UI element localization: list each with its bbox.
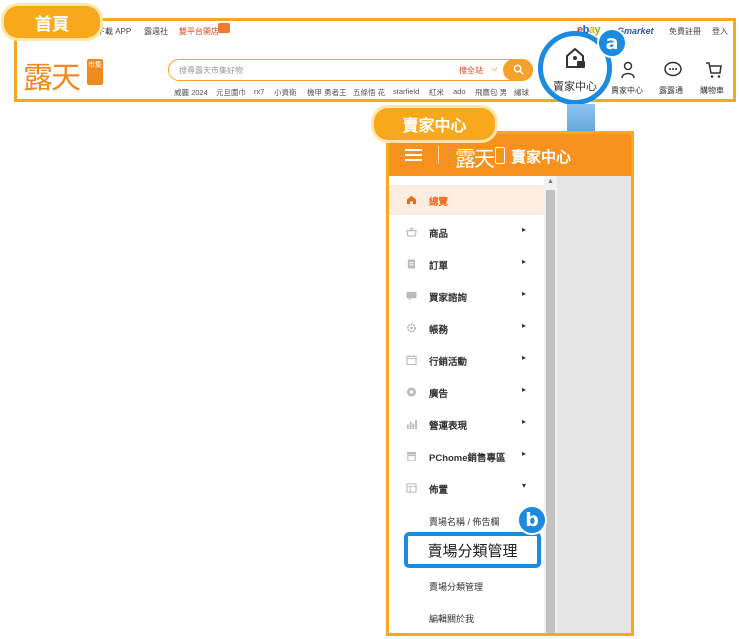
dual-platform-link[interactable]: 雙平台開店 — [179, 26, 219, 37]
seller-header: 露天 賣家中心 — [389, 134, 631, 176]
chevron-right-icon: ▸ — [522, 257, 527, 266]
sidebar-item-performance[interactable]: 營運表現 ▸ — [389, 409, 544, 439]
chevron-right-icon: ▸ — [522, 385, 527, 394]
submenu-edit-about-me[interactable]: 編輯關於我 — [429, 612, 474, 625]
search-bar: 搜尋露天市集好物 搜全站 ⌵ — [168, 58, 533, 81]
bar-chart-icon — [406, 419, 417, 429]
document-icon — [407, 259, 416, 269]
ruten-logo-badge: 市集 — [87, 59, 103, 85]
home-icon — [406, 195, 417, 205]
header-divider — [438, 146, 439, 164]
submenu-store-name-bulletin[interactable]: 賣場名稱 / 佈告欄 — [429, 515, 500, 528]
download-app-link[interactable]: 下載 APP — [97, 26, 131, 37]
sidebar-item-label: 訂單 — [429, 261, 449, 272]
sidebar-item-label: 廣告 — [429, 389, 449, 400]
user-icon — [621, 61, 635, 79]
sidebar-item-label: 買家諮詢 — [429, 293, 468, 304]
hot-keyword[interactable]: 五條悟 花 — [353, 87, 385, 98]
content-area — [557, 176, 631, 633]
hot-keyword[interactable]: 紅米 — [429, 87, 444, 98]
hot-keyword[interactable]: 繡球 — [514, 87, 529, 98]
menu-icon[interactable] — [405, 149, 422, 161]
sidebar-item-label: 佈置 — [429, 485, 449, 496]
user-center-label: 賣家中心 — [611, 86, 643, 95]
cart-button[interactable] — [703, 61, 725, 81]
chevron-right-icon: ▸ — [522, 353, 527, 362]
hot-keyword[interactable]: 元旦圍巾 — [216, 87, 246, 98]
seller-logo[interactable]: 露天 — [455, 143, 495, 173]
step-a-badge: a — [597, 28, 627, 58]
sidebar-item-marketing[interactable]: 行銷活動 ▸ — [389, 345, 544, 375]
sidebar-item-orders[interactable]: 訂單 ▸ — [389, 249, 544, 279]
cart-icon — [706, 62, 722, 78]
hot-keyword[interactable]: 小資衛 — [274, 87, 297, 98]
chevron-right-icon: ▸ — [522, 225, 527, 234]
sidebar-item-overview[interactable]: 總覽 — [389, 185, 544, 215]
hot-keyword[interactable]: starfield — [393, 87, 419, 96]
login-link[interactable]: 登入 — [712, 26, 728, 37]
sidebar-item-label: 總覽 — [429, 197, 449, 208]
sidebar-item-pchome[interactable]: PChome銷售專區 ▸ — [389, 441, 544, 471]
home-header-frame: 下載 APP 露週社 雙平台開店 ebay Gmarket 免費註冊 登入 露天… — [14, 18, 736, 102]
ad-icon — [406, 387, 417, 397]
sidebar-item-products[interactable]: 商品 ▸ — [389, 217, 544, 247]
gear-icon — [406, 323, 417, 333]
sidebar-item-inquiries[interactable]: 買家諮詢 ▸ — [389, 281, 544, 311]
home-tag: 首頁 — [4, 6, 100, 38]
chevron-right-icon: ▸ — [522, 449, 527, 458]
register-link[interactable]: 免費註冊 — [669, 26, 701, 37]
chevron-right-icon: ▸ — [522, 289, 527, 298]
search-scope-select[interactable]: 搜全站 — [459, 65, 483, 76]
news-link[interactable]: 露週社 — [144, 26, 168, 37]
hot-keyword[interactable]: ado — [453, 87, 466, 96]
category-management-highlight[interactable]: 賣場分類管理 — [404, 532, 541, 568]
sidebar-item-label: 帳務 — [429, 325, 449, 336]
scroll-thumb[interactable] — [546, 190, 555, 633]
chevron-down-icon: ⌵ — [491, 63, 498, 73]
chevron-right-icon: ▸ — [522, 321, 527, 330]
sidebar-item-ads[interactable]: 廣告 ▸ — [389, 377, 544, 407]
ruten-logo[interactable]: 露天 — [23, 53, 81, 97]
sidebar-item-layout[interactable]: 佈置 ▾ — [389, 473, 544, 503]
layout-icon — [406, 483, 417, 493]
calendar-icon — [406, 355, 417, 365]
sidebar-item-label: PChome銷售專區 — [429, 453, 506, 464]
basket-icon — [406, 227, 417, 237]
hot-keyword[interactable]: 機甲 勇者王 — [307, 87, 347, 98]
hot-keyword[interactable]: rx7 — [254, 87, 264, 96]
sidebar-item-label: 商品 — [429, 229, 449, 240]
message-icon — [406, 291, 417, 301]
seller-logo-badge — [495, 147, 505, 164]
hot-keyword[interactable]: 威麗 2024 — [174, 87, 208, 98]
cart-label: 購物車 — [700, 86, 724, 95]
step-b-badge: b — [517, 505, 547, 535]
seller-center-label: 賣家中心 — [553, 81, 597, 93]
seller-center-tag: 賣家中心 — [374, 108, 495, 140]
search-icon — [513, 64, 524, 75]
lulutong-button[interactable] — [662, 61, 684, 81]
chevron-right-icon: ▸ — [522, 417, 527, 426]
hot-keyword[interactable]: 飛鷹包 男 — [475, 87, 507, 98]
store-icon — [406, 451, 417, 461]
lulutong-label: 露露通 — [659, 86, 683, 95]
seller-title: 賣家中心 — [511, 149, 572, 166]
promo-badge-icon — [218, 23, 230, 33]
user-center-button[interactable] — [617, 61, 639, 81]
sidebar-item-label: 營運表現 — [429, 421, 468, 432]
scroll-up-icon[interactable]: ▲ — [547, 178, 554, 185]
sidebar-scrollbar[interactable]: ▲ — [544, 176, 557, 633]
seller-home-icon — [566, 48, 585, 68]
chevron-down-icon: ▾ — [522, 481, 527, 490]
submenu-category-management-2[interactable]: 賣場分類管理 — [429, 580, 483, 593]
search-button[interactable] — [503, 58, 533, 81]
sidebar-item-accounting[interactable]: 帳務 ▸ — [389, 313, 544, 343]
chat-icon — [664, 61, 682, 77]
sidebar-item-label: 行銷活動 — [429, 357, 468, 368]
search-input[interactable]: 搜尋露天市集好物 — [179, 65, 243, 76]
